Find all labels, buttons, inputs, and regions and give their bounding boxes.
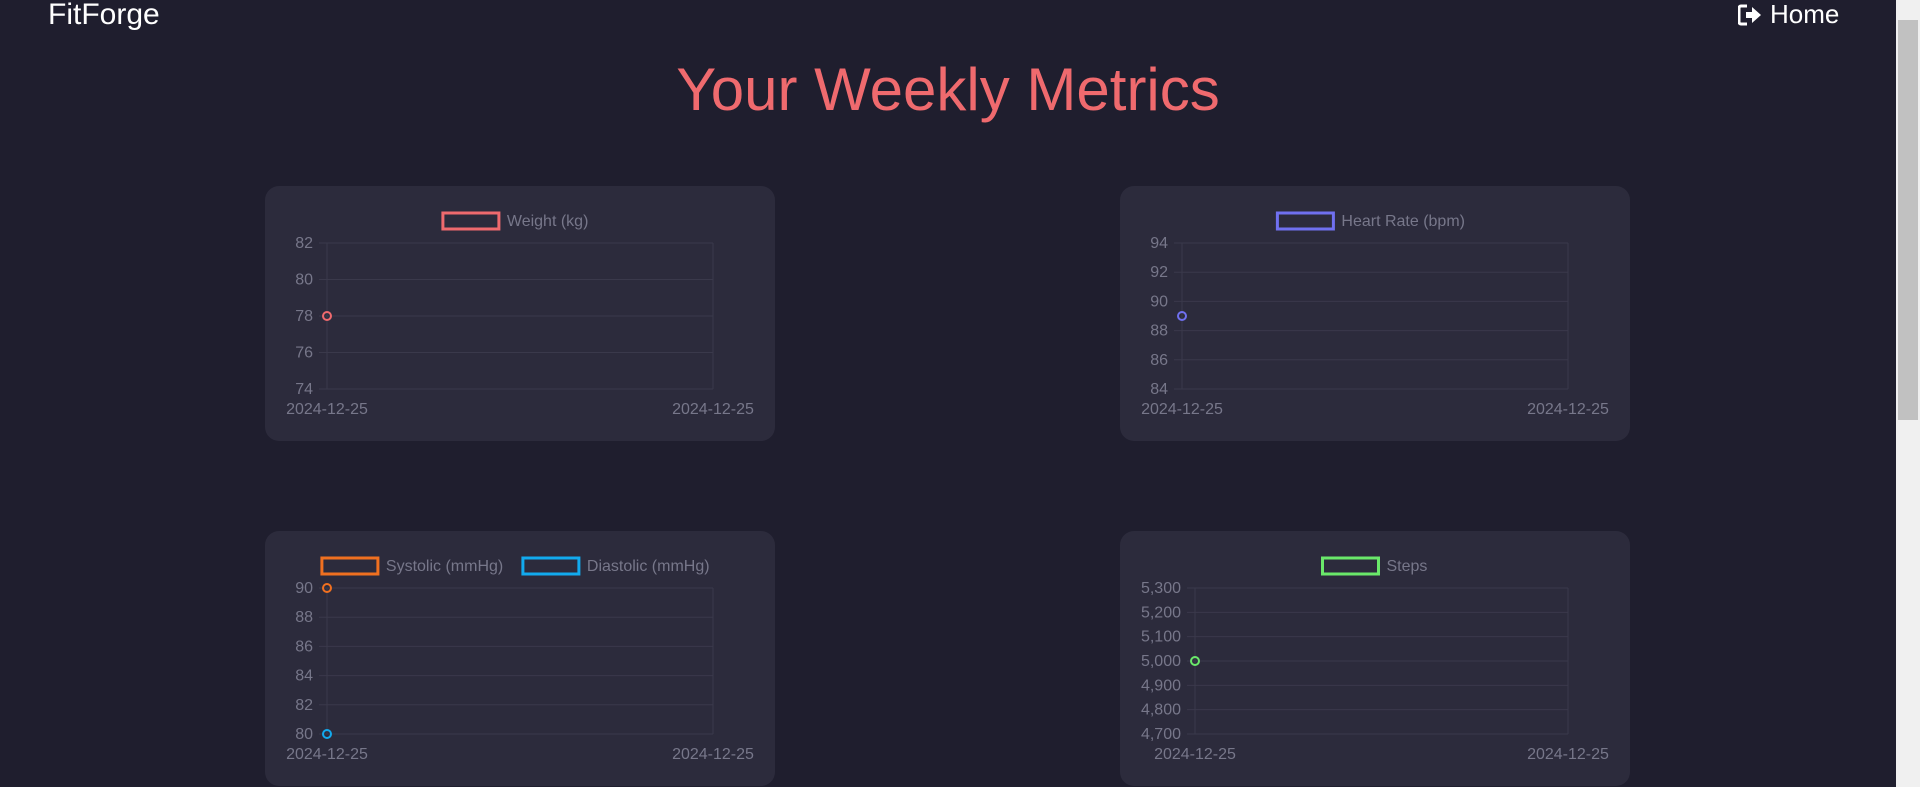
chart-grid [319,587,714,735]
y-tick-label: 5,300 [1141,580,1181,597]
x-tick-label: 2024-12-25 [1527,746,1609,763]
page-title: Your Weekly Metrics [676,56,1220,123]
x-tick-label: 2024-12-25 [672,401,754,418]
y-tick-label: 84 [295,668,313,685]
chart-grid [1174,242,1569,390]
x-tick-label: 2024-12-25 [1141,401,1223,418]
y-tick-label: 4,800 [1141,702,1181,719]
legend-swatch[interactable] [441,211,501,231]
y-tick-label: 86 [295,638,313,655]
y-tick-label: 74 [295,381,313,398]
y-tick-label: 4,700 [1141,726,1181,743]
y-tick-label: 80 [295,726,313,743]
y-tick-label: 5,100 [1141,629,1181,646]
x-tick-label: 2024-12-25 [1527,401,1609,418]
x-tick-label: 2024-12-25 [1154,746,1236,763]
chart-legend[interactable]: Heart Rate (bpm) [1275,211,1465,231]
y-tick-label: 4,900 [1141,677,1181,694]
y-tick-label: 86 [1150,352,1168,369]
y-tick-label: 84 [1150,381,1168,398]
y-tick-label: 5,000 [1141,653,1181,670]
y-tick-label: 76 [295,345,313,362]
x-tick-label: 2024-12-25 [286,401,368,418]
home-link[interactable]: Home [1738,0,1839,30]
legend-label[interactable]: Steps [1387,558,1428,575]
y-tick-label: 88 [1150,323,1168,340]
legend-label[interactable]: Systolic (mmHg) [386,558,503,575]
y-tick-label: 78 [295,308,313,325]
y-tick-label: 80 [295,272,313,289]
sign-out-icon [1738,4,1762,26]
y-tick-label: 90 [295,580,313,597]
y-tick-label: 82 [295,235,313,252]
legend-swatch[interactable] [1275,211,1335,231]
legend-swatch[interactable] [320,556,380,576]
brand-logo[interactable]: FitForge [48,0,160,32]
chart-legend[interactable]: Systolic (mmHg) Diastolic (mmHg) [320,556,710,576]
top-navbar: FitForge Home [0,0,1896,40]
y-tick-label: 94 [1150,235,1168,252]
y-tick-label: 92 [1150,264,1168,281]
y-tick-label: 90 [1150,293,1168,310]
home-link-label: Home [1770,0,1840,29]
heart-rate-chart-card: Heart Rate (bpm) 94 92 90 88 86 84 2024-12-25 20… [1120,186,1630,441]
steps-chart-card: Steps 5,300 5,200 5,100 5,000 4,900 4,800 4,700… [1120,531,1630,786]
legend-swatch[interactable] [521,556,581,576]
legend-label[interactable]: Diastolic (mmHg) [587,558,710,575]
chart-grid [1187,587,1569,735]
weight-chart-card: Weight (kg) 82 80 78 76 74 2024-12-25 2024-12-2… [265,186,775,441]
chart-legend[interactable]: Steps [1321,556,1428,576]
weight-chart: Weight (kg) 82 80 78 76 74 2024-12-25 2024-12-2… [286,211,754,418]
chart-legend[interactable]: Weight (kg) [441,211,589,231]
chart-grid [319,242,714,390]
x-tick-label: 2024-12-25 [286,746,368,763]
page-scrollbar[interactable] [1896,0,1920,787]
x-tick-label: 2024-12-25 [672,746,754,763]
legend-swatch[interactable] [1321,556,1380,576]
y-tick-label: 88 [295,609,313,626]
legend-label[interactable]: Heart Rate (bpm) [1341,213,1465,230]
blood-pressure-chart: Systolic (mmHg) Diastolic (mmHg) 90 88 86 84 8… [286,556,754,763]
steps-chart: Steps 5,300 5,200 5,100 5,000 4,900 4,800 4,700… [1141,556,1609,763]
blood-pressure-chart-card: Systolic (mmHg) Diastolic (mmHg) 90 88 86 84 8… [265,531,775,786]
heart-rate-chart: Heart Rate (bpm) 94 92 90 88 86 84 2024-12-25 20… [1141,211,1609,418]
y-tick-label: 5,200 [1141,604,1181,621]
y-tick-label: 82 [295,697,313,714]
legend-label[interactable]: Weight (kg) [507,213,589,230]
scrollbar-thumb[interactable] [1898,20,1918,420]
